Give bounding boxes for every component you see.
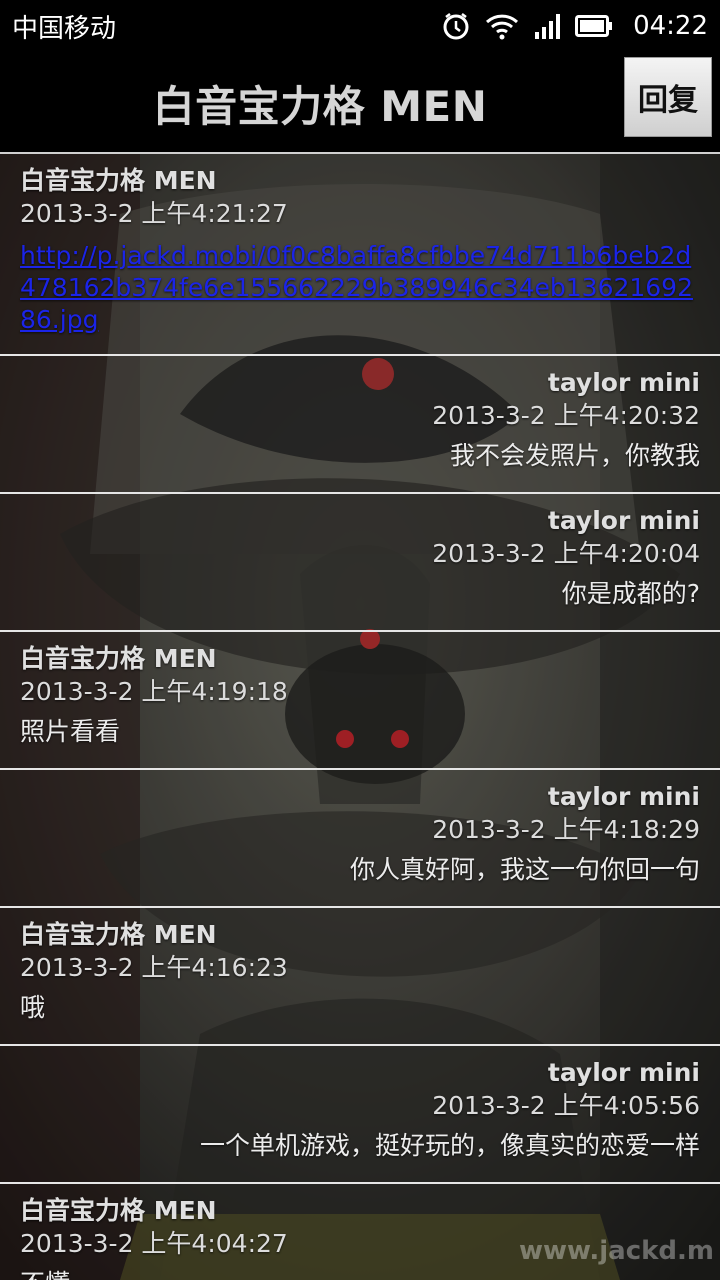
message-sender: taylor mini	[547, 1058, 700, 1087]
message-item[interactable]: taylor mini 2013-3-2 上午4:05:56 一个单机游戏，挺好…	[0, 1046, 720, 1184]
status-icons: 04:22	[441, 11, 708, 41]
message-text: 你是成都的?	[561, 579, 700, 608]
message-text: 你人真好阿，我这一句你回一句	[349, 855, 700, 884]
message-time: 2013-3-2 上午4:20:32	[432, 401, 700, 430]
page-title: 白音宝力格 MEN	[152, 81, 488, 131]
clock: 04:22	[633, 11, 708, 41]
message-text: 我不会发照片，你教我	[449, 441, 700, 470]
message-text: 照片看看	[20, 717, 121, 746]
message-sender: 白音宝力格 MEN	[20, 920, 217, 949]
message-sender: 白音宝力格 MEN	[20, 1196, 217, 1225]
message-time: 2013-3-2 上午4:19:18	[20, 677, 288, 706]
message-time: 2013-3-2 上午4:18:29	[432, 815, 700, 844]
message-item[interactable]: 白音宝力格 MEN 2013-3-2 上午4:19:18 照片看看	[0, 632, 720, 770]
message-sender: taylor mini	[547, 506, 700, 535]
signal-icon	[533, 12, 561, 40]
message-item[interactable]: taylor mini 2013-3-2 上午4:20:04 你是成都的?	[0, 494, 720, 632]
battery-icon	[575, 14, 613, 38]
message-time: 2013-3-2 上午4:21:27	[20, 199, 288, 228]
message-time: 2013-3-2 上午4:05:56	[432, 1091, 700, 1120]
wifi-icon	[485, 12, 519, 40]
message-time: 2013-3-2 上午4:16:23	[20, 953, 288, 982]
message-text: 一个单机游戏，挺好玩的，像真实的恋爱一样	[199, 1131, 700, 1160]
message-time: 2013-3-2 上午4:20:04	[432, 539, 700, 568]
message-sender: taylor mini	[547, 368, 700, 397]
alarm-icon	[441, 11, 471, 41]
reply-button[interactable]: 回复	[624, 57, 712, 137]
message-text: 哦	[20, 993, 46, 1022]
message-item[interactable]: 白音宝力格 MEN 2013-3-2 上午4:21:27 http://p.ja…	[0, 154, 720, 356]
message-item[interactable]: 白音宝力格 MEN 2013-3-2 上午4:16:23 哦	[0, 908, 720, 1046]
status-bar: 中国移动 04:22	[0, 0, 720, 52]
message-sender: 白音宝力格 MEN	[20, 166, 217, 195]
watermark: www.jackd.m	[518, 1236, 714, 1266]
title-bar: 白音宝力格 MEN 回复	[0, 52, 720, 154]
carrier-name: 中国移动	[12, 13, 117, 44]
message-item[interactable]: taylor mini 2013-3-2 上午4:20:32 我不会发照片，你教…	[0, 356, 720, 494]
message-sender: 白音宝力格 MEN	[20, 644, 217, 673]
message-sender: taylor mini	[547, 782, 700, 811]
message-link[interactable]: http://p.jackd.mobi/0f0c8baffa8cfbbe74d7…	[20, 230, 700, 336]
message-list[interactable]: 白音宝力格 MEN 2013-3-2 上午4:21:27 http://p.ja…	[0, 154, 720, 1280]
message-item[interactable]: taylor mini 2013-3-2 上午4:18:29 你人真好阿，我这一…	[0, 770, 720, 908]
